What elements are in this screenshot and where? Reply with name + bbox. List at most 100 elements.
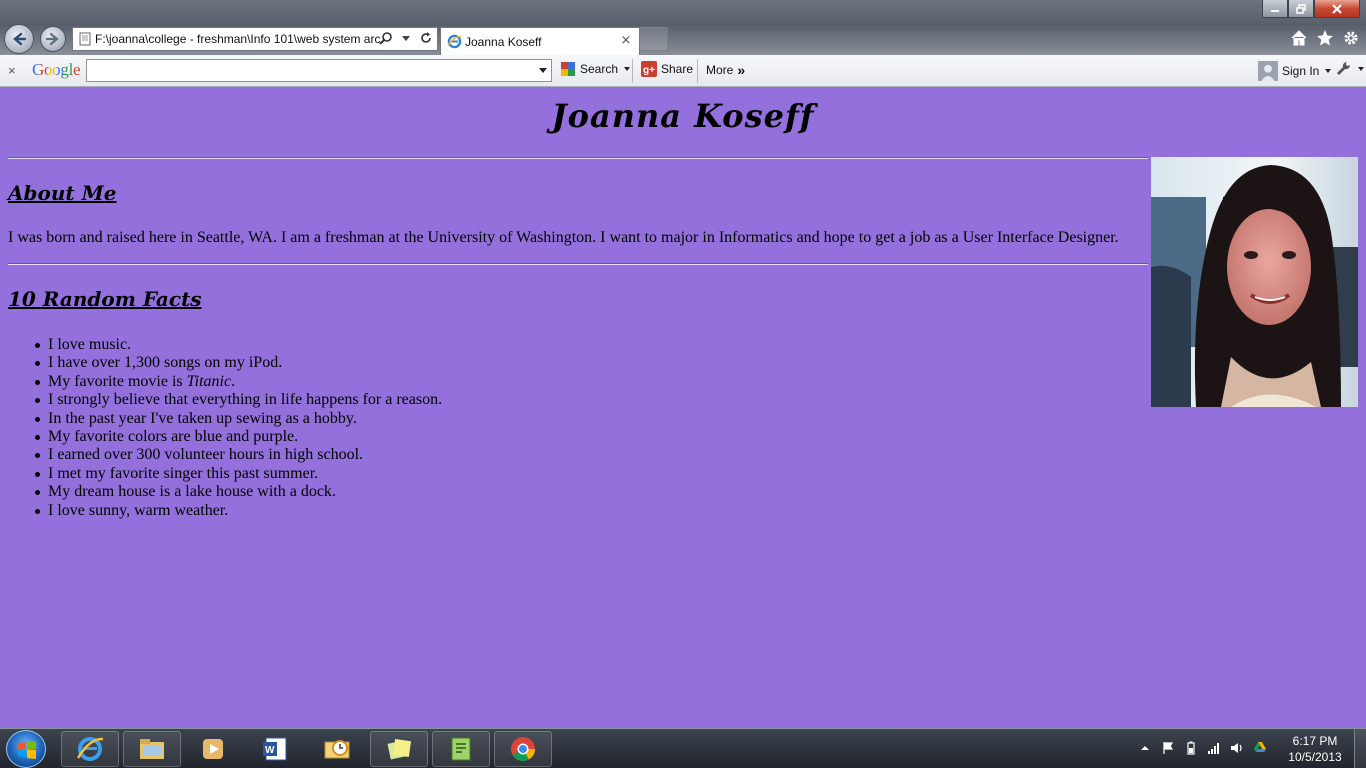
more-button[interactable]: More »: [706, 63, 745, 77]
google-logo[interactable]: Google: [32, 60, 81, 80]
ie-icon: [447, 34, 462, 49]
start-button[interactable]: [6, 730, 46, 768]
notepad-icon: [451, 737, 471, 761]
google-search-input[interactable]: [86, 59, 552, 82]
show-hidden-icons-icon[interactable]: [1138, 741, 1152, 755]
fact-item: My favorite colors are blue and purple.: [34, 428, 442, 446]
close-icon: [1332, 3, 1342, 14]
back-icon: [13, 32, 27, 46]
home-icon[interactable]: [1290, 29, 1308, 47]
google-plus-icon: g+: [641, 61, 657, 77]
tab-close-button[interactable]: ×: [619, 34, 633, 48]
address-text[interactable]: F:\joanna\college - freshman\Info 101\we…: [95, 32, 381, 46]
minimize-icon: [1271, 9, 1279, 12]
settings-gear-icon[interactable]: [1342, 29, 1360, 47]
favorites-star-icon[interactable]: [1316, 29, 1334, 47]
google-toolbar: × Google Search g+ Share More » Sign In: [0, 55, 1366, 87]
fact-item: I love music.: [34, 336, 442, 354]
about-me-text: I was born and raised here in Seattle, W…: [8, 229, 1119, 246]
internet-explorer-icon: [76, 737, 104, 761]
google-search-icon: [561, 62, 575, 76]
sticky-notes-icon: [387, 738, 412, 760]
clock-time: 6:17 PM: [1292, 734, 1338, 748]
search-label: Search: [580, 62, 619, 76]
minimize-button[interactable]: [1262, 0, 1288, 18]
volume-icon[interactable]: [1230, 741, 1244, 755]
address-bar[interactable]: F:\joanna\college - freshman\Info 101\we…: [72, 27, 438, 51]
taskbar-sticky-notes[interactable]: [370, 731, 428, 767]
fact-item: I have over 1,300 songs on my iPod.: [34, 354, 442, 372]
toolbar-close-button[interactable]: ×: [8, 63, 16, 78]
toolbar-options-button[interactable]: [1336, 61, 1364, 77]
clock-date: 10/5/2013: [1288, 750, 1342, 764]
mail-clock-icon: [324, 740, 350, 759]
toolbar-separator: [632, 59, 633, 83]
wrench-icon: [1337, 61, 1351, 75]
search-icon[interactable]: [379, 31, 393, 45]
forward-button[interactable]: [40, 26, 66, 52]
user-avatar-icon: [1258, 61, 1278, 81]
google-drive-icon[interactable]: [1253, 741, 1267, 755]
folder-icon: [140, 739, 164, 759]
word-icon: W: [263, 737, 287, 761]
options-dropdown-icon: [1358, 67, 1364, 71]
fact-item: I earned over 300 volunteer hours in hig…: [34, 446, 442, 464]
svg-text:g+: g+: [643, 65, 655, 76]
svg-text:W: W: [265, 745, 275, 756]
toolbar-separator: [697, 59, 698, 83]
tab-joanna-koseff[interactable]: Joanna Koseff ×: [440, 27, 640, 55]
profile-photo: [1151, 157, 1358, 407]
restore-button[interactable]: [1288, 0, 1314, 18]
search-dropdown-icon: [624, 67, 631, 71]
fact-movie-title: Titanic: [186, 372, 232, 390]
system-tray: [1138, 741, 1267, 755]
sign-in-dropdown-icon: [1325, 69, 1332, 73]
share-button[interactable]: g+ Share: [641, 61, 693, 77]
browser-titlebar: F:\joanna\college - freshman\Info 101\we…: [0, 0, 1366, 55]
fact-item: I met my favorite singer this past summe…: [34, 465, 442, 483]
taskbar-word[interactable]: W: [246, 731, 304, 767]
taskbar-media-player[interactable]: [184, 731, 242, 767]
more-label: More: [706, 63, 734, 77]
windows-logo-icon: [18, 741, 36, 759]
taskbar-outlook[interactable]: [308, 731, 366, 767]
taskbar-notepad-plus[interactable]: [432, 731, 490, 767]
action-center-flag-icon[interactable]: [1161, 741, 1175, 755]
about-me-heading: About Me: [8, 181, 117, 205]
close-window-button[interactable]: [1314, 0, 1360, 18]
share-label: Share: [661, 62, 694, 76]
tab-title: Joanna Koseff: [465, 34, 542, 49]
search-history-dropdown[interactable]: [539, 68, 547, 73]
more-chevrons-icon: »: [737, 62, 746, 78]
new-tab-button[interactable]: [640, 27, 668, 51]
fact-item: In the past year I've taken up sewing as…: [34, 410, 442, 428]
signal-strength-icon[interactable]: [1207, 741, 1221, 755]
fact-item: I love sunny, warm weather.: [34, 502, 442, 520]
fact-item: I strongly believe that everything in li…: [34, 391, 443, 409]
horizontal-rule: [8, 263, 1148, 265]
media-player-icon: [203, 739, 223, 759]
chrome-icon: [511, 737, 535, 762]
random-facts-heading: 10 Random Facts: [8, 287, 202, 311]
sign-in-button[interactable]: Sign In: [1258, 61, 1332, 81]
fact-item: My favorite movie is Titanic.: [34, 372, 442, 391]
system-clock[interactable]: 6:17 PM 10/5/2013: [1280, 733, 1350, 765]
google-search-button[interactable]: Search: [560, 61, 631, 77]
refresh-icon[interactable]: [419, 31, 433, 45]
taskbar-chrome[interactable]: [494, 731, 552, 767]
google-logo-text: Google: [32, 60, 81, 79]
taskbar-internet-explorer[interactable]: [61, 731, 119, 767]
fact-text: My favorite movie is: [48, 372, 187, 390]
web-page: Joanna Koseff About Me I was born and ra…: [0, 87, 1366, 728]
show-desktop-button[interactable]: [1354, 729, 1366, 768]
fact-item: My dream house is a lake house with a do…: [34, 483, 442, 501]
page-icon: [79, 32, 91, 46]
fact-punctuation: .: [231, 372, 236, 390]
horizontal-rule: [8, 157, 1148, 159]
sign-in-label: Sign In: [1282, 64, 1320, 78]
random-facts-list: I love music. I have over 1,300 songs on…: [34, 336, 443, 520]
battery-icon[interactable]: [1184, 741, 1198, 755]
taskbar-file-explorer[interactable]: [123, 731, 181, 767]
back-button[interactable]: [4, 24, 34, 54]
dropdown-icon[interactable]: [399, 31, 413, 45]
